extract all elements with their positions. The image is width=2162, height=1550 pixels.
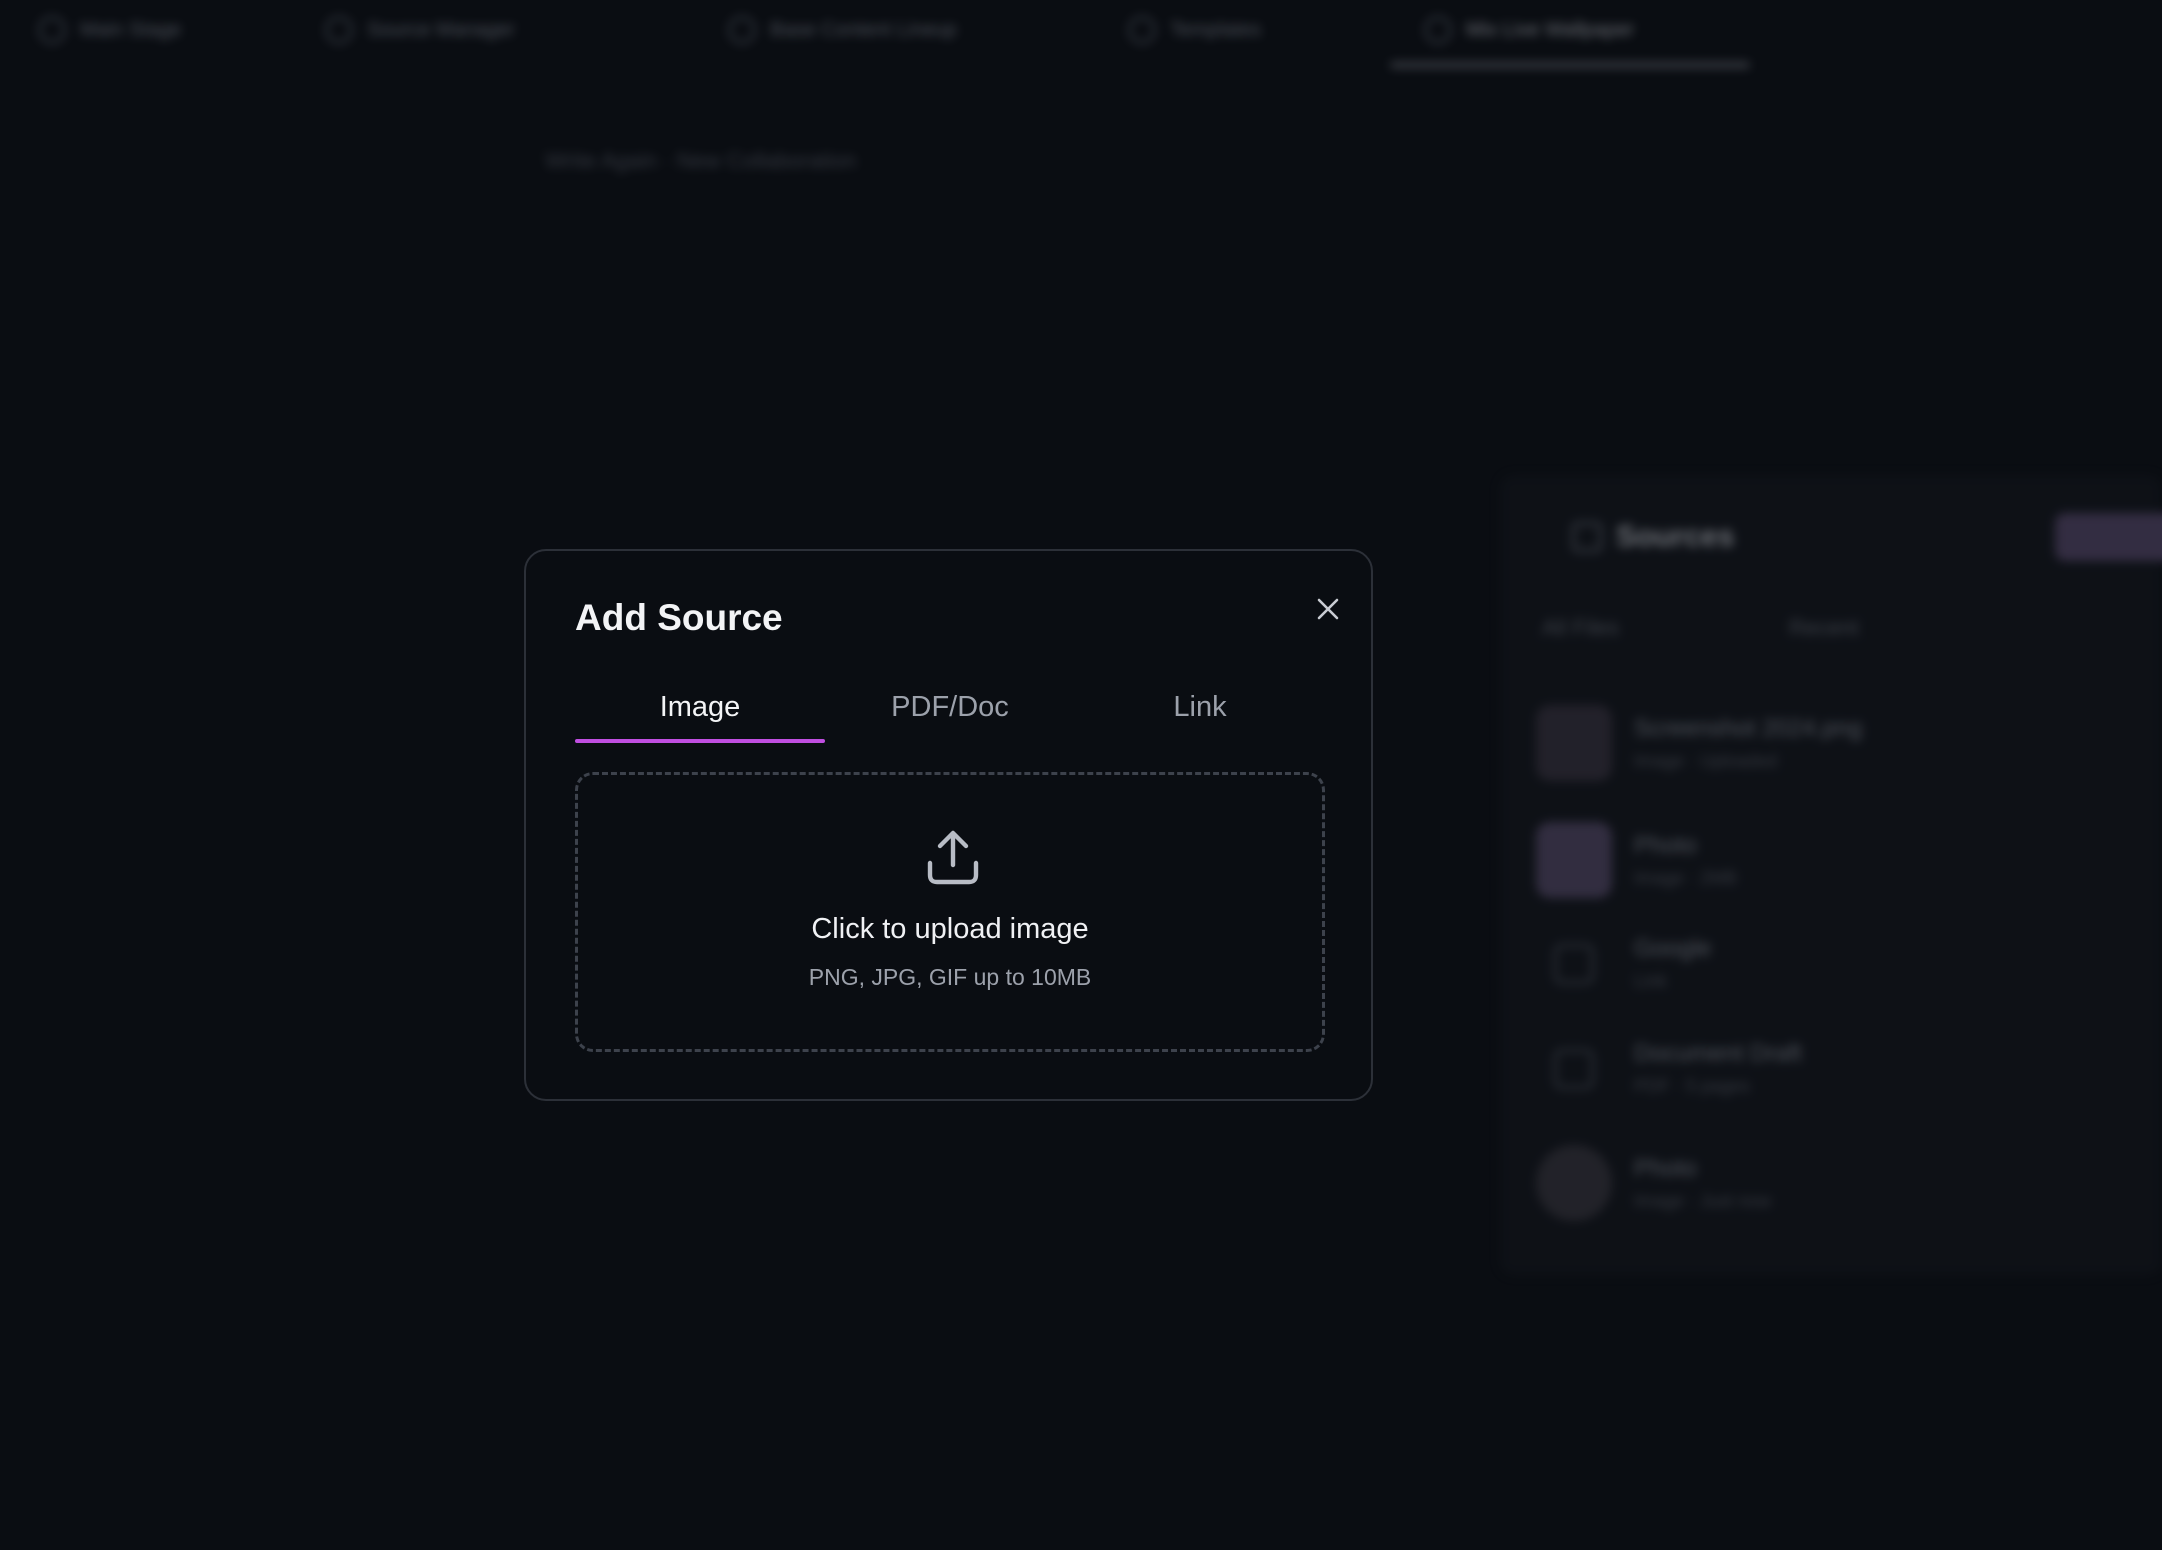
source-item[interactable]: Document Draft PDF · 5 pages [1536,1040,1802,1097]
add-source-modal: Add Source Image PDF/Doc Link Click to u… [524,549,1373,1101]
dropzone-subtitle: PNG, JPG, GIF up to 10MB [808,964,1092,990]
close-button[interactable] [1305,586,1351,632]
source-name: Photo [1634,831,1697,859]
tab-icon [38,16,66,44]
top-navigation: Main Stage Source Manager Base Content L… [0,0,2162,68]
tab-icon [728,16,756,44]
source-item[interactable]: Screenshot 2024.png Image · Uploaded [1536,705,1862,781]
source-item[interactable]: Photo Image · Just now [1536,1145,1771,1221]
tab-label: Link [1173,690,1227,723]
document-icon [1554,1048,1594,1089]
active-tab-indicator [1390,62,1750,68]
top-tab-label: Main Stage [80,18,182,41]
source-meta: Link [1634,971,1668,991]
tab-link[interactable]: Link [1075,671,1325,743]
upload-dropzone[interactable]: Click to upload image PNG, JPG, GIF up t… [575,772,1325,1052]
link-icon [1554,943,1594,984]
top-tab-label: Source Manager [367,18,515,41]
source-name: Document Draft [1634,1040,1803,1067]
top-tab-2[interactable]: Source Manager [325,12,515,48]
app-window: Main Stage Source Manager Base Content L… [0,0,2162,1550]
folder-icon [1572,522,1602,552]
source-thumbnail [1536,705,1612,781]
top-tab-3[interactable]: Base Content Lineup [728,12,957,48]
add-source-button[interactable] [2055,513,2162,561]
source-thumbnail [1536,1145,1612,1221]
breadcrumb: Write Again · New Collaboration [545,148,857,173]
source-item[interactable]: Google Link [1536,935,1711,992]
tab-icon [1424,16,1452,44]
top-tab-label: Base Content Lineup [770,18,957,41]
source-filters: All Files Recent [1542,615,1859,641]
source-name: Screenshot 2024.png [1634,714,1863,742]
filter-recent[interactable]: Recent [1789,615,1859,641]
top-tab-5[interactable]: Mix Live Wallpaper [1424,12,1634,48]
tab-icon [325,16,353,44]
top-tab-label: Mix Live Wallpaper [1466,18,1635,41]
tab-image[interactable]: Image [575,671,825,743]
sources-panel: Sources All Files Recent Screenshot 2024… [1500,475,2162,1275]
top-tab-4[interactable]: Templates [1128,12,1261,48]
source-type-tabs: Image PDF/Doc Link [575,671,1325,743]
source-name: Google [1634,935,1712,962]
tab-icon [1128,16,1156,44]
source-meta: Image · Just now [1634,1190,1772,1211]
sources-title: Sources [1616,520,1735,553]
sources-header: Sources [1572,520,1734,554]
filter-all[interactable]: All Files [1542,615,1619,641]
upload-icon [927,830,979,885]
dropzone-title: Click to upload image [811,913,1089,945]
source-name: Photo [1634,1154,1697,1182]
source-thumbnail [1536,822,1612,898]
modal-title: Add Source [575,597,783,638]
source-meta: PDF · 5 pages [1634,1076,1751,1096]
top-tab-1[interactable]: Main Stage [38,12,181,48]
close-icon [1317,598,1339,620]
source-meta: Image · 2MB [1634,867,1738,888]
source-item[interactable]: Photo Image · 2MB [1536,822,1737,898]
tab-pdf-doc[interactable]: PDF/Doc [825,671,1075,743]
source-meta: Image · Uploaded [1634,750,1778,771]
top-tab-label: Templates [1170,18,1262,41]
tab-label: PDF/Doc [891,690,1009,723]
tab-label: Image [659,690,741,723]
